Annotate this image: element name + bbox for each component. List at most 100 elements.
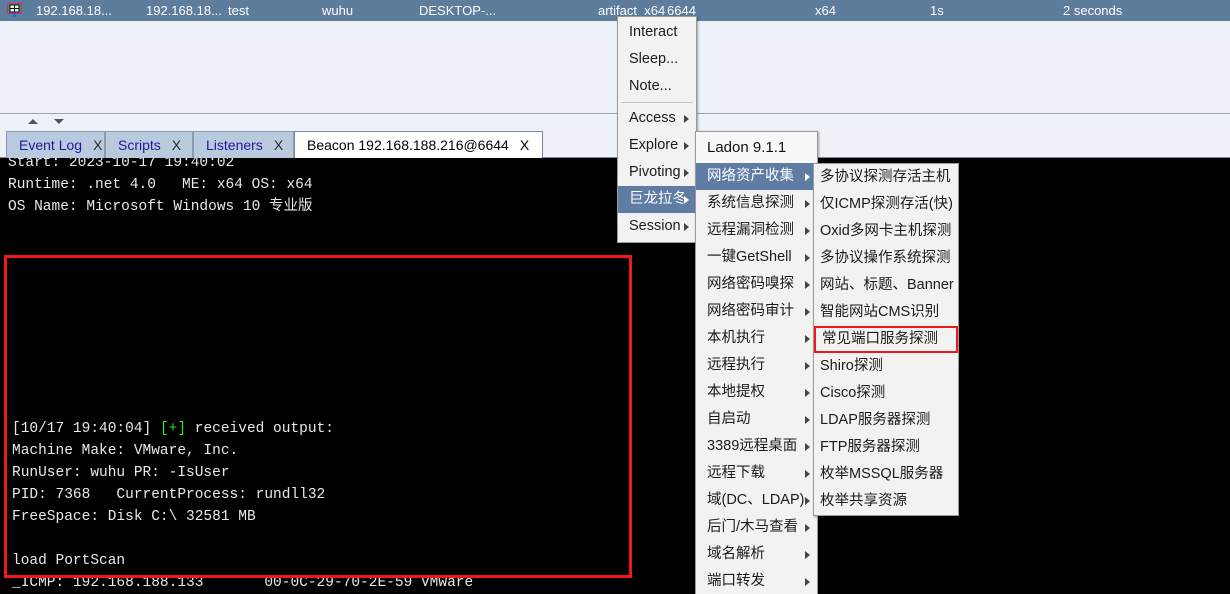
ladon-menu-item-13[interactable]: 后门/木马查看 xyxy=(696,514,817,541)
console-line: Start: 2023-10-17 19:40:02 xyxy=(8,158,235,171)
ladon-menu[interactable]: Ladon 9.1.1 网络资产收集 系统信息探测 远程漏洞检测 一键GetShell… xyxy=(695,131,818,594)
menu-item-label: Sleep... xyxy=(629,51,679,67)
beacon-console[interactable]: Log: 00000000000Start: 2023-10-17 19:40:… xyxy=(0,158,1230,594)
tab-close-icon[interactable]: X xyxy=(520,137,529,153)
ladon-menu-item-14[interactable]: 域名解析 xyxy=(696,541,817,568)
menu-item-label: 本机执行 xyxy=(707,330,765,346)
ladon-menu-item-11[interactable]: 远程下载 xyxy=(696,460,817,487)
beacon-column-9[interactable]: 2 seconds xyxy=(1063,2,1122,19)
submenu-arrow-icon xyxy=(805,551,810,559)
submenu-arrow-icon xyxy=(805,524,810,532)
submenu-arrow-icon xyxy=(684,223,689,231)
ladon-menu-item-0[interactable]: 网络资产收集 xyxy=(696,163,817,190)
menu-item-label: Shiro探测 xyxy=(820,358,883,374)
beacon-column-1[interactable]: 192.168.18... xyxy=(146,2,222,19)
ladon-submenu-item-0[interactable]: 多协议探测存活主机 xyxy=(814,164,958,191)
cobalt-strike-window: 192.168.18... 192.168.18... test wuhu DESKTO… xyxy=(0,0,1230,594)
menu-item-label: 自启动 xyxy=(707,411,751,427)
tab-close-icon[interactable]: X xyxy=(172,137,181,153)
menu-item-label: 远程下载 xyxy=(707,465,765,481)
ladon-menu-item-15[interactable]: 端口转发 xyxy=(696,568,817,594)
beacon-column-2[interactable]: test xyxy=(228,2,249,19)
menu-item-label: 本地提权 xyxy=(707,384,765,400)
beacon-column-3[interactable]: wuhu xyxy=(322,2,353,19)
ladon-submenu-item-4[interactable]: 网站、标题、Banner xyxy=(814,272,958,299)
menu-item-label: 远程漏洞检测 xyxy=(707,222,794,238)
ladon-submenu-item-2[interactable]: Oxid多网卡主机探测 xyxy=(814,218,958,245)
menu-item-label: 巨龙拉冬 xyxy=(629,191,687,207)
ladon-submenu-item-6[interactable]: 常见端口服务探测 xyxy=(814,326,958,353)
menu-item-label: FTP服务器探测 xyxy=(820,439,920,455)
submenu-arrow-icon xyxy=(805,254,810,262)
console-status-tag: [+] xyxy=(159,421,187,437)
ladon-menu-item-8[interactable]: 本地提权 xyxy=(696,379,817,406)
scroll-down-icon[interactable] xyxy=(54,119,64,124)
menu-separator xyxy=(621,102,693,103)
beacon-context-menu[interactable]: Interact Sleep... Note... Access Explore Pivo… xyxy=(617,16,697,243)
ladon-submenu-item-9[interactable]: LDAP服务器探测 xyxy=(814,407,958,434)
tab-close-icon[interactable]: X xyxy=(274,137,283,153)
menu-item-label: 域(DC、LDAP) xyxy=(707,492,805,508)
scroll-up-icon[interactable] xyxy=(28,119,38,124)
console-line: _ICMP: 192.168.188.133 00-0C-29-70-2E-59… xyxy=(12,575,474,591)
submenu-arrow-icon xyxy=(805,173,810,181)
submenu-arrow-icon xyxy=(805,416,810,424)
ladon-menu-item-1[interactable]: 系统信息探测 xyxy=(696,190,817,217)
ladon-submenu-item-7[interactable]: Shiro探测 xyxy=(814,353,958,380)
menu-item-label: 网络密码嗅探 xyxy=(707,276,794,292)
context-menu-item-0[interactable]: Interact xyxy=(618,19,696,46)
context-menu-item-1[interactable]: Sleep... xyxy=(618,46,696,73)
ladon-submenu-item-11[interactable]: 枚举MSSQL服务器 xyxy=(814,461,958,488)
ladon-menu-item-4[interactable]: 网络密码嗅探 xyxy=(696,271,817,298)
ladon-submenu-item-8[interactable]: Cisco探测 xyxy=(814,380,958,407)
tab-3[interactable]: Beacon 192.168.188.216@6644 X xyxy=(294,131,543,158)
tab-1[interactable]: Scripts X xyxy=(105,131,193,158)
ladon-menu-item-10[interactable]: 3389远程桌面 xyxy=(696,433,817,460)
console-line: load PortScan xyxy=(12,553,126,569)
menu-item-label: 智能网站CMS识别 xyxy=(820,304,940,320)
tab-0[interactable]: Event Log X xyxy=(6,131,105,158)
beacon-column-0[interactable]: 192.168.18... xyxy=(36,2,112,19)
context-menu-item-5[interactable]: Explore xyxy=(618,132,696,159)
tab-bar: Event Log X Scripts X Listeners X Beacon 192.1… xyxy=(0,131,1230,158)
ladon-submenu-item-5[interactable]: 智能网站CMS识别 xyxy=(814,299,958,326)
ladon-menu-item-2[interactable]: 远程漏洞检测 xyxy=(696,217,817,244)
ladon-menu-item-12[interactable]: 域(DC、LDAP) xyxy=(696,487,817,514)
ladon-menu-item-6[interactable]: 本机执行 xyxy=(696,325,817,352)
ladon-submenu-item-12[interactable]: 枚举共享资源 xyxy=(814,488,958,515)
ladon-submenu-item-3[interactable]: 多协议操作系统探测 xyxy=(814,245,958,272)
beacon-table-header: 192.168.18... 192.168.18... test wuhu DESKTO… xyxy=(0,0,1230,21)
beacon-column-7[interactable]: x64 xyxy=(815,2,836,19)
context-menu-item-8[interactable]: Session xyxy=(618,213,696,240)
context-menu-item-7[interactable]: 巨龙拉冬 xyxy=(618,186,696,213)
tab-2[interactable]: Listeners X xyxy=(193,131,294,158)
menu-item-label: 网络资产收集 xyxy=(707,168,794,184)
beacon-table-body[interactable] xyxy=(0,21,1230,114)
submenu-arrow-icon xyxy=(805,443,810,451)
ladon-submenu-item-1[interactable]: 仅ICMP探测存活(快) xyxy=(814,191,958,218)
submenu-arrow-icon xyxy=(684,169,689,177)
ladon-menu-item-5[interactable]: 网络密码审计 xyxy=(696,298,817,325)
submenu-arrow-icon xyxy=(805,281,810,289)
menu-item-label: Access xyxy=(629,110,676,126)
ladon-menu-item-3[interactable]: 一键GetShell xyxy=(696,244,817,271)
menu-item-label: 枚举共享资源 xyxy=(820,493,907,509)
tab-label: Event Log xyxy=(19,137,83,153)
host-monitor-icon xyxy=(7,3,22,17)
ladon-submenu[interactable]: 多协议探测存活主机 仅ICMP探测存活(快) Oxid多网卡主机探测多协议操作系统探… xyxy=(813,163,959,516)
menu-item-label: Oxid多网卡主机探测 xyxy=(820,223,952,239)
context-menu-item-2[interactable]: Note... xyxy=(618,73,696,100)
context-menu-item-6[interactable]: Pivoting xyxy=(618,159,696,186)
tab-label: Listeners xyxy=(206,137,263,153)
context-menu-item-4[interactable]: Access xyxy=(618,105,696,132)
ladon-menu-item-9[interactable]: 自启动 xyxy=(696,406,817,433)
console-line: Runtime: .net 4.0 ME: x64 OS: x64 xyxy=(8,177,313,193)
tab-close-icon[interactable]: X xyxy=(93,137,102,153)
submenu-arrow-icon xyxy=(805,470,810,478)
ladon-menu-item-7[interactable]: 远程执行 xyxy=(696,352,817,379)
beacon-column-8[interactable]: 1s xyxy=(930,2,944,19)
console-timestamp: [10/17 19:40:04] xyxy=(12,421,160,437)
beacon-column-4[interactable]: DESKTOP-... xyxy=(419,2,496,19)
ladon-submenu-item-10[interactable]: FTP服务器探测 xyxy=(814,434,958,461)
